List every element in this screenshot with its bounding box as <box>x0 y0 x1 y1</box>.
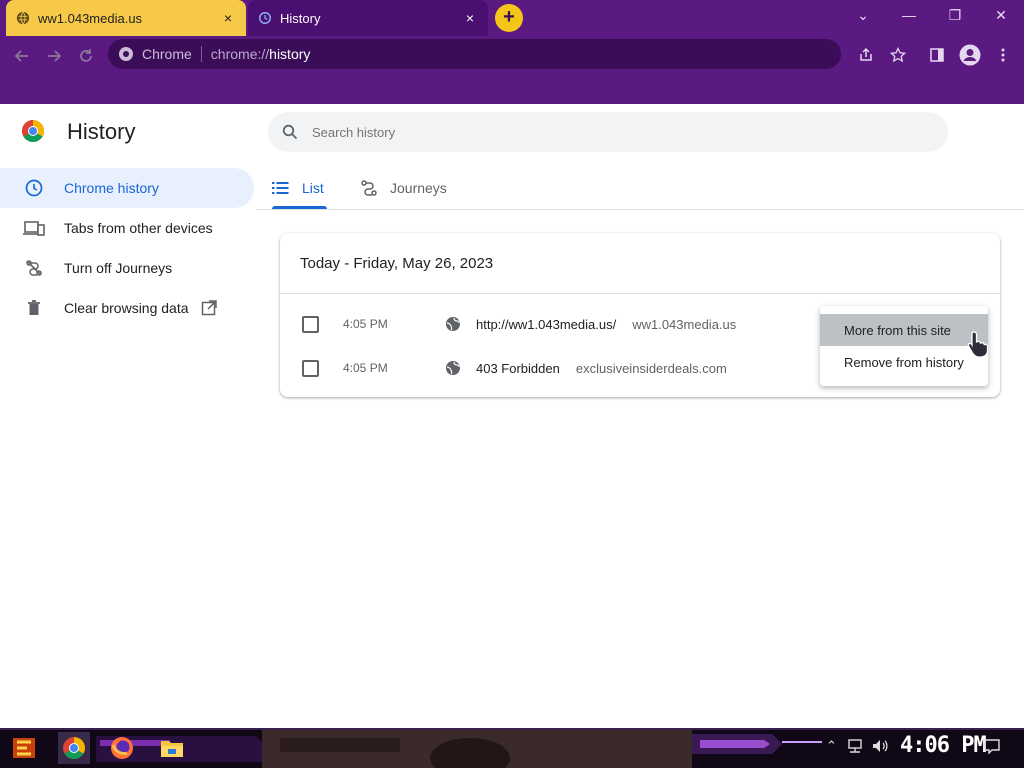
search-icon <box>282 124 298 140</box>
entry-title-link[interactable]: http://ww1.043media.us/ <box>476 317 616 332</box>
sidebar-item-turn-off-journeys[interactable]: Turn off Journeys <box>0 248 254 288</box>
entry-domain: exclusiveinsiderdeals.com <box>575 360 727 376</box>
tab-label: Journeys <box>390 180 447 196</box>
journeys-off-icon <box>23 257 45 279</box>
folder-icon <box>161 741 183 757</box>
omnibox-divider <box>200 46 202 62</box>
back-arrow-icon <box>14 50 28 62</box>
address-bar[interactable]: Chrome chrome://history <box>108 39 841 69</box>
browser-tab-history[interactable]: History × <box>248 0 488 36</box>
entry-context-menu: More from this site Remove from history <box>820 306 988 386</box>
start-button[interactable] <box>8 732 40 764</box>
clock-icon <box>23 177 45 199</box>
page-title: History <box>67 119 136 144</box>
notifications-icon[interactable] <box>983 738 1001 754</box>
side-panel-icon <box>930 48 944 62</box>
menu-button[interactable] <box>990 42 1016 68</box>
sidebar-item-chrome-history[interactable]: Chrome history <box>0 168 254 208</box>
reload-button[interactable] <box>72 42 100 70</box>
profile-button[interactable] <box>957 42 983 68</box>
open-in-new-icon <box>201 300 217 316</box>
side-panel-button[interactable] <box>924 42 950 68</box>
browser-tab-ww1[interactable]: ww1.043media.us × <box>6 0 246 36</box>
globe-icon <box>446 317 460 331</box>
entry-title-link[interactable]: 403 Forbidden <box>476 361 560 376</box>
close-tab-icon[interactable]: × <box>220 10 236 26</box>
sidebar-item-tabs-other-devices[interactable]: Tabs from other devices <box>0 208 254 248</box>
hand-cursor-icon <box>967 331 989 358</box>
chrome-icon <box>119 47 133 61</box>
entry-time: 4:05 PM <box>343 317 388 331</box>
share-icon <box>860 47 872 61</box>
sidebar-item-label: Clear browsing data <box>64 300 189 316</box>
entry-time: 4:05 PM <box>343 361 388 375</box>
start-logo-icon <box>13 738 35 758</box>
history-tabs: List Journeys <box>256 168 1024 210</box>
url-host: history <box>269 46 311 62</box>
firefox-icon <box>111 737 133 759</box>
url-text: chrome://history <box>211 46 311 62</box>
sidebar-item-label: Tabs from other devices <box>64 220 213 236</box>
network-icon[interactable] <box>846 738 864 754</box>
chrome-logo-icon <box>22 120 44 142</box>
chrome-icon <box>63 737 85 759</box>
tab-title: History <box>280 10 321 26</box>
journeys-icon <box>360 179 378 197</box>
entry-checkbox[interactable] <box>302 359 319 377</box>
remove-from-history-menu-item[interactable]: Remove from history <box>820 346 988 378</box>
forward-arrow-icon <box>48 50 62 62</box>
list-icon <box>272 181 290 195</box>
forward-button[interactable] <box>40 42 68 70</box>
show-hidden-icons-icon[interactable]: ⌃ <box>826 738 837 754</box>
site-label: Chrome <box>142 46 192 62</box>
minimize-button[interactable]: — <box>886 0 932 30</box>
active-tab-indicator <box>272 206 327 209</box>
search-history-field[interactable] <box>268 112 948 152</box>
share-button[interactable] <box>853 42 879 68</box>
sidebar-item-label: Chrome history <box>64 180 159 196</box>
taskbar-file-explorer-button[interactable] <box>156 732 188 764</box>
profile-avatar-icon <box>959 44 981 66</box>
entry-domain: ww1.043media.us <box>632 316 737 332</box>
bookmark-button[interactable] <box>885 42 911 68</box>
taskbar-clock[interactable]: 4:06 PM <box>900 733 987 758</box>
sidebar-item-clear-browsing-data[interactable]: Clear browsing data <box>0 288 254 328</box>
new-tab-button[interactable]: + <box>495 4 523 32</box>
restore-button[interactable]: ❐ <box>932 0 978 30</box>
taskbar-chrome-button[interactable] <box>58 732 90 764</box>
back-button[interactable] <box>8 42 36 70</box>
globe-icon <box>16 11 30 25</box>
date-header: Today - Friday, May 26, 2023 <box>300 255 494 272</box>
more-vert-icon <box>1001 48 1005 62</box>
tab-strip: ww1.043media.us × History × + ⌄ — ❐ ✕ <box>0 0 1024 36</box>
entry-checkbox[interactable] <box>302 315 319 333</box>
search-input[interactable] <box>310 123 914 141</box>
browser-toolbar: Chrome chrome://history <box>0 36 1024 104</box>
tab-list[interactable]: List <box>272 168 327 209</box>
history-icon <box>259 12 271 24</box>
sidebar-item-label: Turn off Journeys <box>64 260 173 276</box>
window-close-button[interactable]: ✕ <box>978 0 1024 30</box>
tab-search-icon[interactable]: ⌄ <box>840 0 886 30</box>
tab-title: ww1.043media.us <box>38 10 143 26</box>
tab-label: List <box>302 180 324 196</box>
volume-icon[interactable] <box>871 738 889 754</box>
globe-icon <box>446 361 460 375</box>
star-icon <box>890 47 906 63</box>
trash-icon <box>23 297 45 319</box>
more-from-site-menu-item[interactable]: More from this site <box>820 314 988 346</box>
site-info-chip[interactable]: Chrome <box>118 46 192 62</box>
card-divider <box>280 293 1000 294</box>
tab-journeys[interactable]: Journeys <box>360 168 447 208</box>
url-scheme: chrome:// <box>210 46 270 62</box>
reload-icon <box>80 49 92 62</box>
taskbar-firefox-button[interactable] <box>106 732 138 764</box>
devices-icon <box>23 217 45 239</box>
close-tab-icon[interactable]: × <box>462 10 478 26</box>
